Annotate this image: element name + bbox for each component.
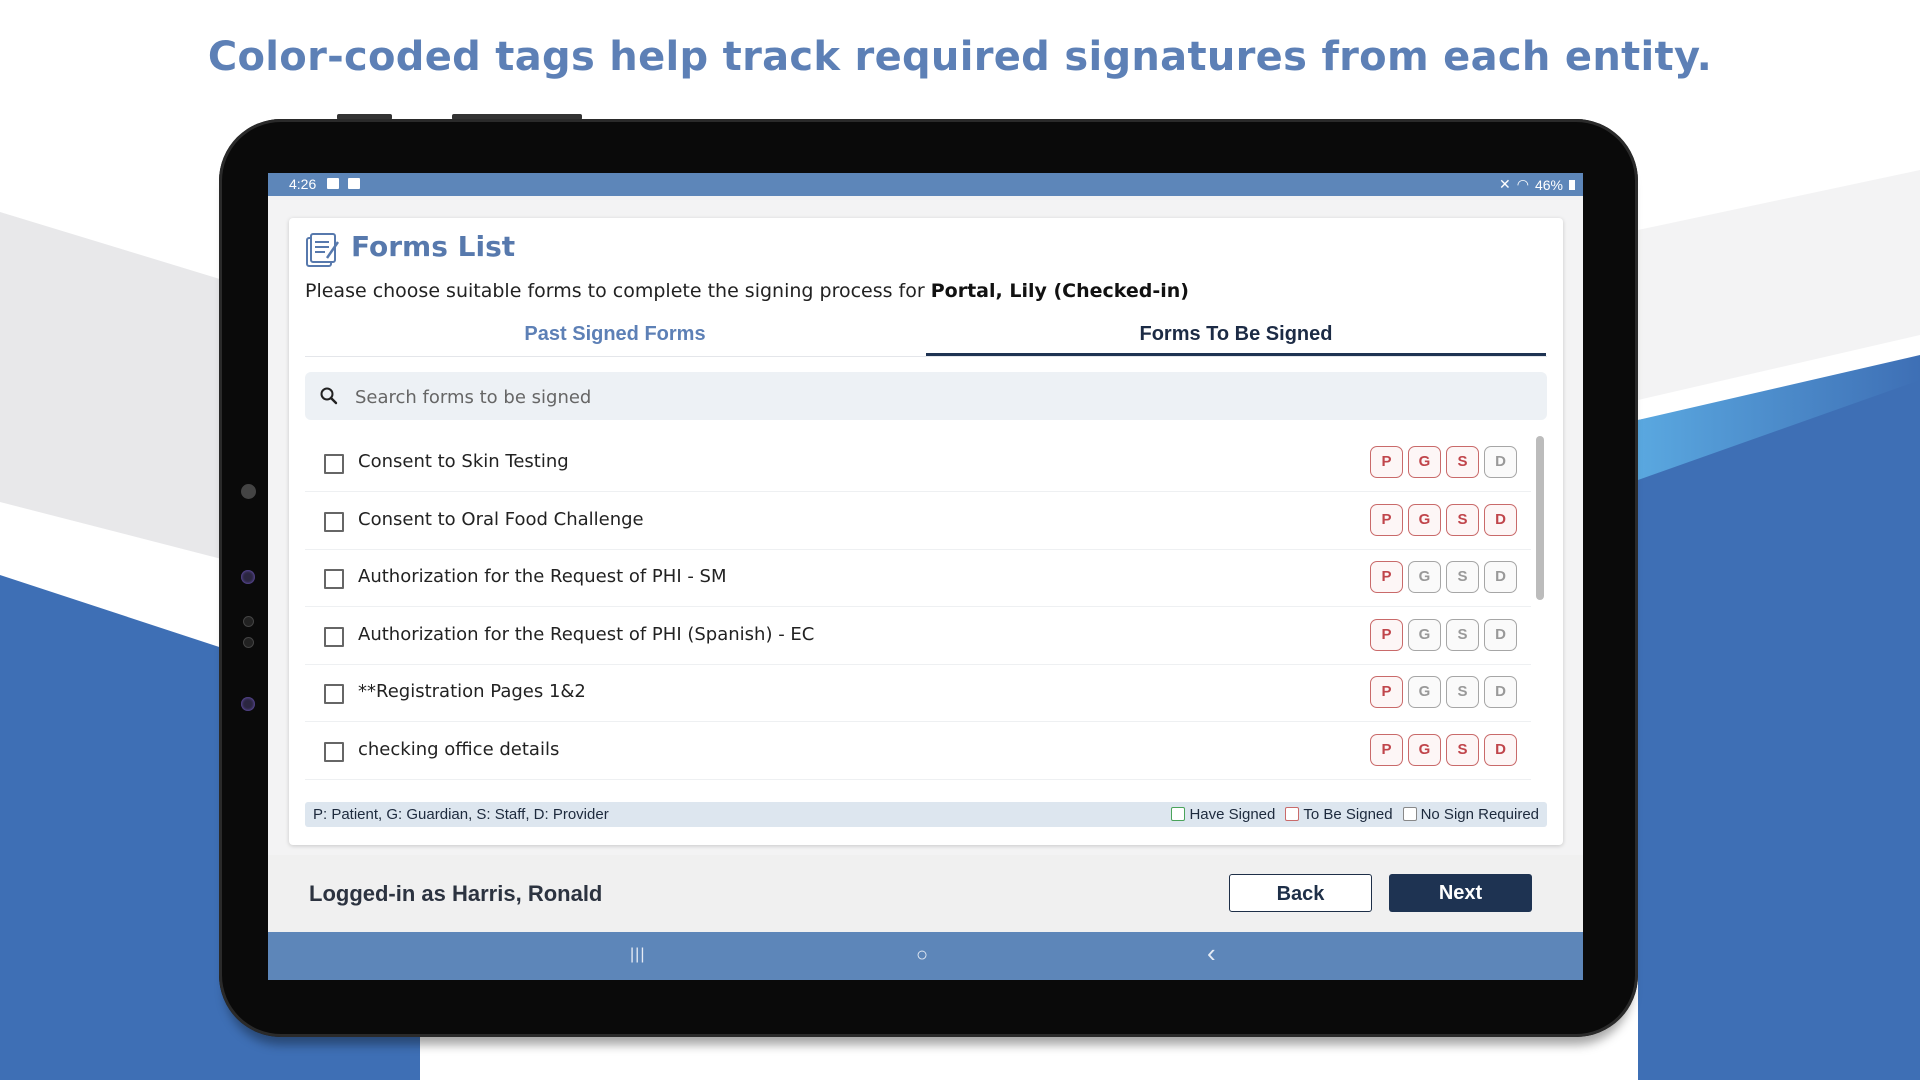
form-checkbox[interactable] [324,626,344,647]
tag-s: S [1446,446,1479,478]
signature-tags: PGSD [1370,618,1517,651]
tag-g: G [1408,618,1441,651]
tag-g: G [1408,561,1441,593]
battery-icon [1569,179,1575,190]
recents-icon[interactable]: ||| [630,946,645,964]
signature-tags: PGSD [1370,676,1517,708]
tag-d: D [1484,446,1517,478]
tag-d: D [1484,561,1517,593]
subtitle-text: Please choose suitable forms to complete… [305,280,925,302]
tag-s: S [1446,618,1479,651]
legend-no-sign-required-label: No Sign Required [1420,806,1539,823]
logged-in-user: Logged-in as Harris, Ronald [309,881,603,906]
tag-s: S [1446,676,1479,708]
status-bar: 4:26 ✕ ◠ 46% [268,173,1583,196]
page-subtitle: Please choose suitable forms to complete… [305,280,1189,302]
tag-s: S [1446,503,1479,536]
tag-d: D [1484,676,1517,708]
signature-tags: PGSD [1370,561,1517,593]
form-checkbox[interactable] [324,684,344,704]
roles-legend: P: Patient, G: Guardian, S: Staff, D: Pr… [313,806,609,823]
form-checkbox[interactable] [324,569,344,589]
tag-d: D [1484,733,1517,766]
tag-s: S [1446,561,1479,593]
form-name: Authorization for the Request of PHI - S… [358,566,727,587]
form-name: Consent to Oral Food Challenge [358,508,644,530]
next-button[interactable]: Next [1389,874,1532,912]
legend-no-sign-required: No Sign Required [1402,806,1539,823]
back-button[interactable]: Back [1229,874,1372,912]
tag-p: P [1370,733,1403,766]
signature-tags: PGSD [1370,733,1517,766]
home-icon[interactable]: ○ [916,944,928,967]
tag-p: P [1370,618,1403,651]
search-icon [320,387,338,405]
image-notification-icon [327,178,339,189]
camera-sensor-icon [243,616,254,627]
tag-p: P [1370,503,1403,536]
form-name: **Registration Pages 1&2 [358,681,586,702]
tag-d: D [1484,503,1517,536]
form-row[interactable]: checking office details P G S D [305,722,1531,780]
signature-tags: PGSD [1370,503,1517,536]
camera-sensor-icon [243,637,254,648]
legend-bar: P: Patient, G: Guardian, S: Staff, D: Pr… [305,802,1547,827]
form-document-icon [306,233,339,267]
form-row[interactable]: Consent to Skin Testing P G S D [305,434,1531,492]
form-row[interactable]: Consent to Oral Food Challenge P G S D [305,492,1531,550]
form-row[interactable]: Authorization for the Request of PHI - S… [305,549,1531,607]
battery-level: 46% [1534,176,1563,193]
legend-to-be-signed-label: To Be Signed [1303,806,1393,823]
form-name: Consent to Skin Testing [358,451,569,472]
tablet-screen: 4:26 ✕ ◠ 46% Forms List Please choose su… [268,173,1583,980]
tag-s: S [1446,733,1479,766]
forms-card: Forms List Please choose suitable forms … [289,218,1563,845]
camera-lens-icon [241,484,256,499]
tag-p: P [1370,676,1403,708]
camera-sensor-icon [241,697,255,711]
form-checkbox[interactable] [324,511,344,532]
tag-g: G [1408,503,1441,536]
patient-name: Portal, Lily (Checked-in) [930,280,1189,302]
nav-back-icon[interactable]: ‹ [1207,938,1216,969]
form-row[interactable]: **Registration Pages 1&2 P G S D [305,664,1531,722]
legend-to-be-signed: To Be Signed [1285,806,1393,823]
form-name: Authorization for the Request of PHI (Sp… [358,623,815,645]
form-row[interactable]: Authorization for the Request of PHI (Sp… [305,607,1531,665]
tab-past-signed-forms[interactable]: Past Signed Forms [305,314,925,356]
forms-tabs: Past Signed Forms Forms To Be Signed [305,314,1547,357]
footer-bar: Logged-in as Harris, Ronald Back Next [268,855,1583,932]
tab-forms-to-be-signed[interactable]: Forms To Be Signed [926,314,1546,356]
tag-g: G [1408,446,1441,478]
red-swatch-icon [1285,807,1300,821]
forms-list: Consent to Skin Testing P G S D Consent to Or… [305,434,1531,804]
list-scrollbar[interactable] [1536,436,1544,600]
search-input[interactable] [353,372,1537,422]
legend-have-signed: Have Signed [1171,806,1275,823]
mute-icon: ✕ [1499,176,1511,192]
green-swatch-icon [1171,807,1186,821]
search-bar [305,372,1547,422]
signature-tags: PGSD [1370,446,1517,478]
checkbox-notification-icon [348,178,360,189]
legend-have-signed-label: Have Signed [1189,806,1276,823]
tag-p: P [1370,561,1403,593]
tag-g: G [1408,733,1441,766]
promo-headline: Color-coded tags help track required sig… [207,34,1713,80]
tag-d: D [1484,618,1517,651]
status-time: 4:26 [289,176,317,192]
form-checkbox[interactable] [324,741,344,762]
android-nav-bar: ||| ○ ‹ [268,932,1583,980]
form-checkbox[interactable] [324,454,344,474]
tag-g: G [1408,676,1441,708]
wifi-icon: ◠ [1516,176,1529,192]
camera-sensor-icon [241,570,255,584]
page-title: Forms List [351,230,516,263]
form-name: checking office details [358,738,560,760]
tag-p: P [1370,446,1403,478]
gray-swatch-icon [1402,807,1417,821]
